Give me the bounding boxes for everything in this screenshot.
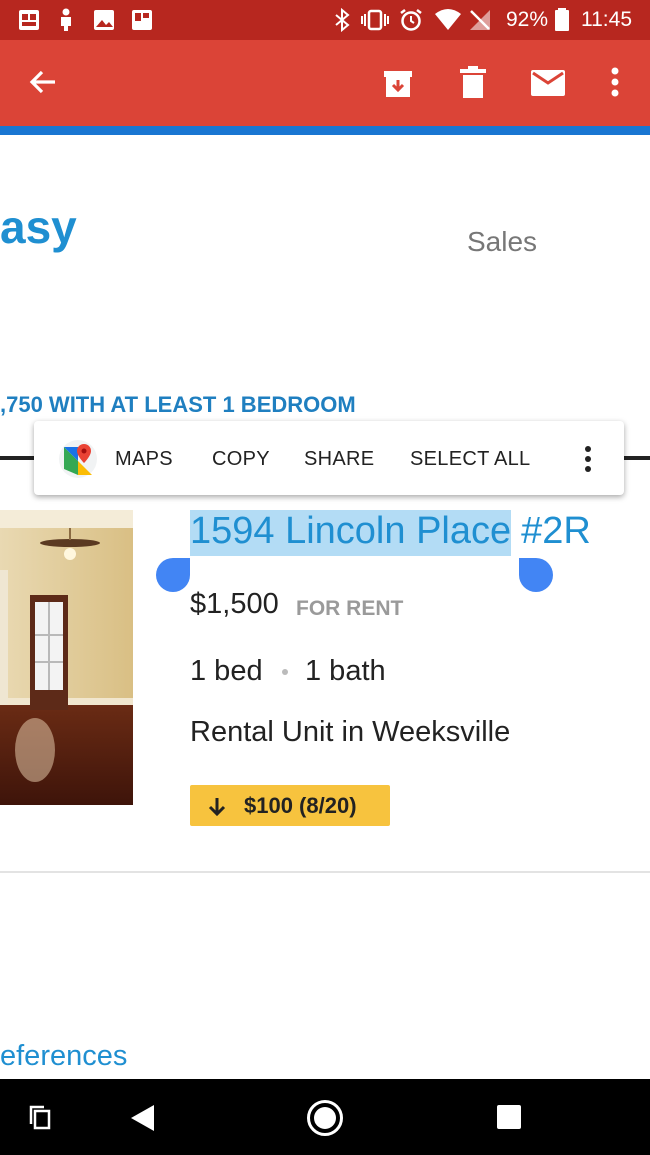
- notification-person-icon: [61, 8, 71, 31]
- battery-icon: [555, 8, 569, 31]
- google-maps-icon[interactable]: [58, 439, 98, 479]
- listing-description: Rental Unit in Weeksville: [190, 716, 511, 748]
- sales-link[interactable]: Sales: [467, 226, 537, 258]
- select-all-action[interactable]: SELECT ALL: [410, 448, 530, 471]
- arrow-down-icon: [208, 798, 226, 817]
- listing-baths: 1 bath: [305, 655, 386, 687]
- notification-app2-icon: [132, 10, 152, 30]
- listing-beds: 1 bed: [190, 655, 263, 687]
- text-selection-toolbar: MAPS COPY SHARE SELECT ALL: [34, 421, 624, 495]
- notification-app-icon: [19, 10, 39, 30]
- more-options-icon[interactable]: [583, 445, 593, 473]
- listing-unit[interactable]: #2R: [521, 510, 591, 552]
- wifi-icon: [435, 9, 461, 30]
- stop-square-icon[interactable]: [496, 1104, 522, 1130]
- battery-percent: 92%: [506, 8, 549, 31]
- recents-icon[interactable]: [28, 1105, 52, 1131]
- copy-action[interactable]: COPY: [212, 448, 270, 471]
- listing-address[interactable]: 1594 Lincoln Place #2R: [190, 510, 591, 556]
- system-nav-bar: [0, 1079, 650, 1155]
- no-signal-icon: [470, 10, 490, 30]
- status-bar: 92% 11:45: [0, 0, 650, 40]
- vibrate-icon: [361, 9, 389, 31]
- listing-photo[interactable]: [0, 510, 133, 805]
- brand-stripe: [0, 126, 650, 135]
- listing-price: $1,500: [190, 588, 279, 620]
- notification-photo-icon: [94, 10, 114, 30]
- section-divider: [0, 871, 650, 873]
- more-vert-icon[interactable]: [610, 66, 620, 98]
- share-action[interactable]: SHARE: [304, 448, 374, 471]
- brand-logo-text: asy: [0, 201, 77, 253]
- back-nav-icon[interactable]: [128, 1103, 156, 1133]
- selected-address-text[interactable]: 1594 Lincoln Place: [190, 510, 512, 556]
- archive-icon[interactable]: [382, 67, 414, 99]
- divider-rule: [0, 456, 34, 460]
- selection-end-handle[interactable]: [519, 558, 553, 592]
- price-drop-badge: $100 (8/20): [190, 785, 390, 826]
- clock: 11:45: [581, 8, 632, 31]
- selection-start-handle[interactable]: [156, 558, 190, 592]
- listing-price-label: FOR RENT: [296, 597, 404, 620]
- price-drop-text: $100 (8/20): [244, 793, 357, 818]
- preferences-link[interactable]: eferences: [0, 1040, 127, 1073]
- maps-action[interactable]: MAPS: [115, 448, 173, 471]
- app-bar: [0, 40, 650, 126]
- back-arrow-icon[interactable]: [28, 67, 58, 97]
- home-icon[interactable]: [306, 1099, 344, 1137]
- divider-rule: [624, 456, 650, 460]
- separator-dot: [282, 669, 288, 675]
- mail-icon[interactable]: [531, 70, 565, 96]
- delete-icon[interactable]: [460, 66, 486, 98]
- alarm-icon: [400, 9, 422, 31]
- bluetooth-icon: [335, 8, 350, 32]
- listing-heading[interactable]: ,750 WITH AT LEAST 1 BEDROOM: [0, 392, 356, 418]
